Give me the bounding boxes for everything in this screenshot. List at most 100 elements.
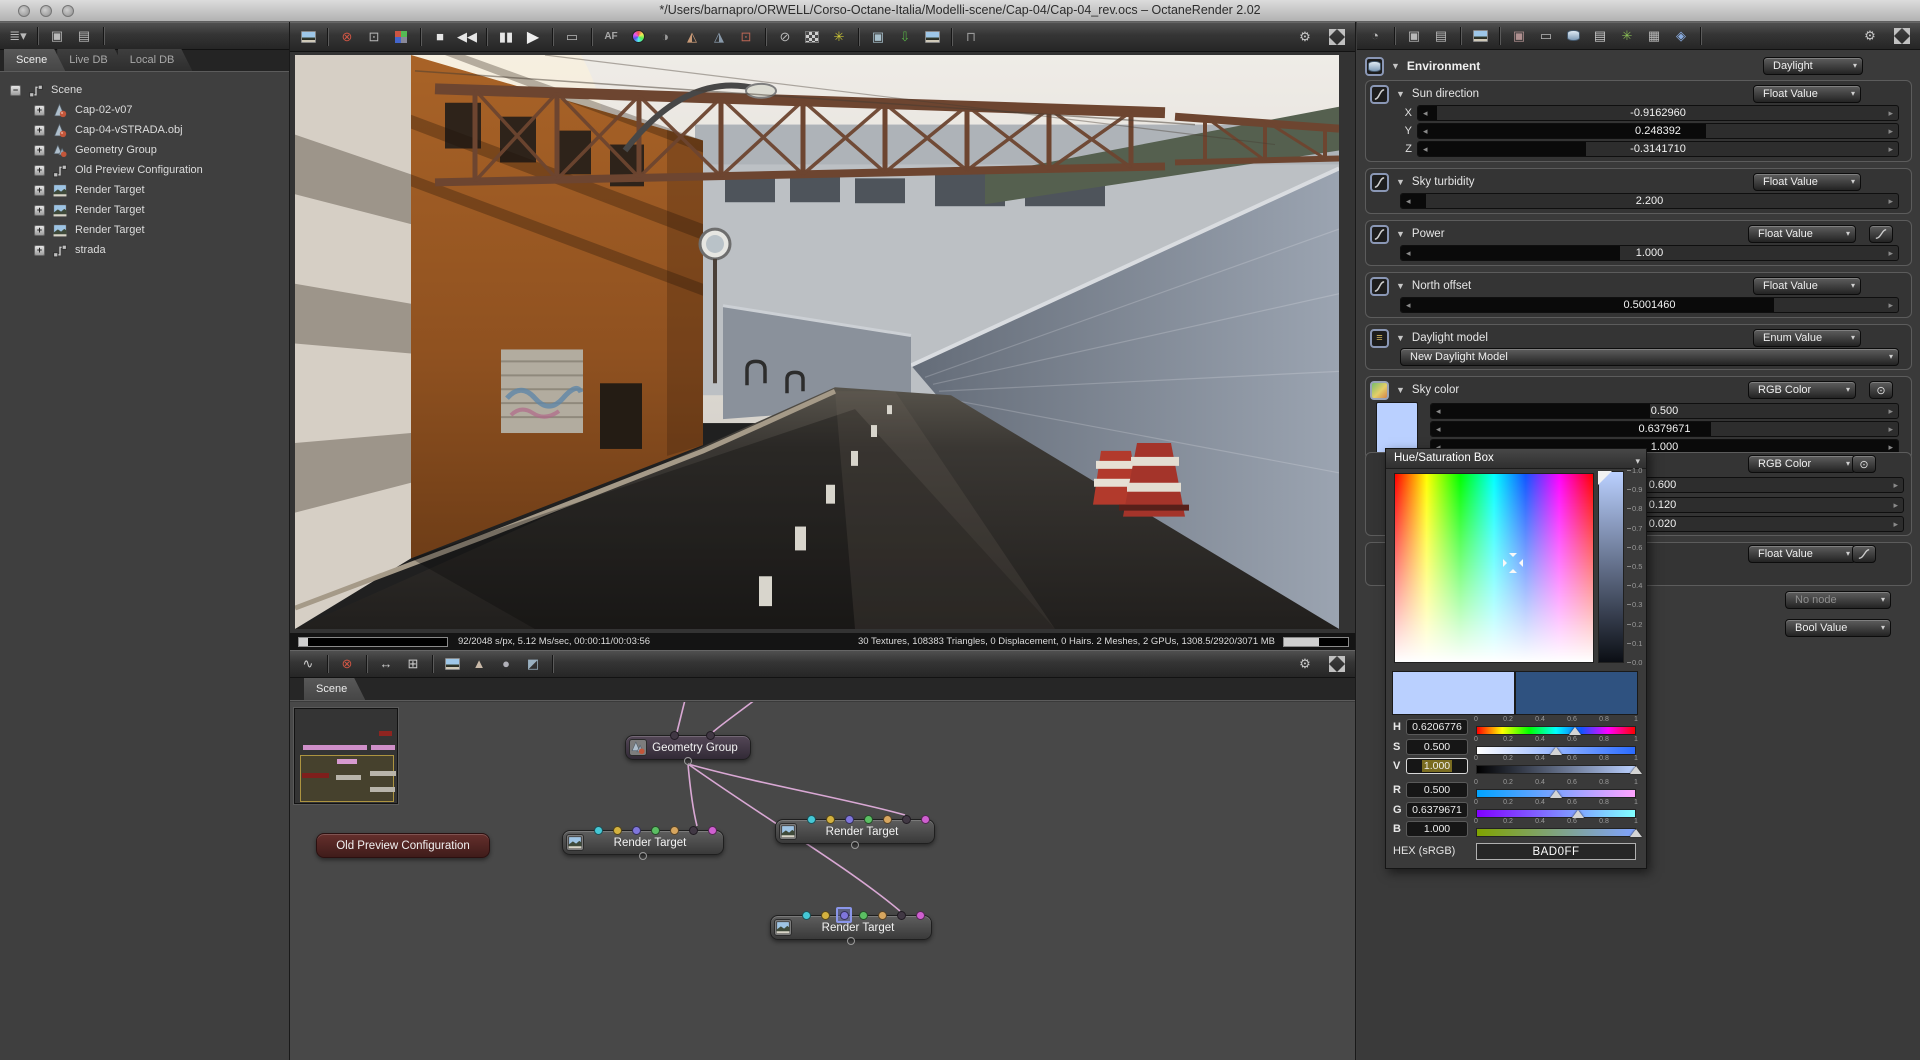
render-viewport[interactable] xyxy=(290,52,1355,633)
channel-value-field[interactable]: 0.6206776 xyxy=(1406,719,1468,735)
node-link-icon[interactable] xyxy=(1370,172,1389,192)
channel-value-field[interactable]: 0.500 xyxy=(1406,782,1468,798)
copy-item-icon[interactable]: ▣ xyxy=(45,25,69,47)
slider-marker-icon[interactable] xyxy=(1630,829,1642,837)
tree-item-old-preview-configuration[interactable]: + Old Preview Configuration xyxy=(0,160,289,180)
input-pin[interactable] xyxy=(612,826,622,835)
environment-type-dropdown[interactable]: Daylight ▾ xyxy=(1763,57,1863,75)
curve-button[interactable] xyxy=(1852,545,1876,563)
input-pin[interactable] xyxy=(707,826,717,835)
focus-picker-icon[interactable]: ⊡ xyxy=(734,26,758,48)
slider-marker-icon[interactable] xyxy=(1550,747,1562,755)
channel-value-field[interactable]: 0.6379671 xyxy=(1406,802,1468,818)
float-value-type-dropdown[interactable]: Float Value ▾ xyxy=(1748,545,1856,563)
save-render-icon[interactable] xyxy=(296,26,320,48)
white-balance-icon[interactable] xyxy=(626,26,650,48)
slider-increment-icon[interactable]: ▸ xyxy=(1888,404,1893,418)
imager-icon[interactable]: ▤ xyxy=(1588,25,1612,47)
tree-item-scene[interactable]: − Scene xyxy=(0,80,289,100)
eye-toggle-button[interactable]: ⊙ xyxy=(1869,381,1893,399)
input-pin[interactable] xyxy=(825,815,835,824)
input-pin[interactable] xyxy=(877,911,887,920)
bool-value-type-dropdown[interactable]: Bool Value ▾ xyxy=(1785,619,1891,637)
rgb-color-type-dropdown[interactable]: RGB Color ▾ xyxy=(1748,455,1856,473)
camera-icon[interactable]: ▣ xyxy=(1507,25,1531,47)
input-pin[interactable] xyxy=(631,826,641,835)
zoom-window-icon[interactable] xyxy=(62,5,74,17)
tree-item-cap-02-v07[interactable]: + Cap-02-v07 xyxy=(0,100,289,120)
channel-value-field[interactable]: 1.000 xyxy=(1406,758,1468,774)
node-graph-minimap[interactable] xyxy=(294,708,398,804)
expander-icon[interactable]: + xyxy=(34,204,45,216)
slider-decrement-icon[interactable]: ◂ xyxy=(1406,194,1411,208)
minimize-window-icon[interactable] xyxy=(40,5,52,17)
tree-item-render-target[interactable]: + Render Target xyxy=(0,200,289,220)
input-pin[interactable] xyxy=(858,911,868,920)
node-link-icon[interactable] xyxy=(1370,276,1389,296)
object-picker-icon[interactable]: ◮ xyxy=(707,26,731,48)
section-type-dropdown[interactable]: Float Value ▾ xyxy=(1753,277,1861,295)
alpha-checker-icon[interactable] xyxy=(800,26,824,48)
daylight-model-dropdown[interactable]: New Daylight Model ▾ xyxy=(1400,348,1899,366)
expander-icon[interactable]: + xyxy=(34,184,45,196)
slider-increment-icon[interactable]: ▸ xyxy=(1888,246,1893,260)
input-pin[interactable] xyxy=(688,826,698,835)
environment-icon[interactable] xyxy=(1561,25,1585,47)
expander-icon[interactable]: + xyxy=(34,244,45,256)
slider-increment-icon[interactable]: ▸ xyxy=(1888,124,1893,138)
output-pin[interactable] xyxy=(684,757,692,765)
tree-item-geometry-group[interactable]: + Geometry Group xyxy=(0,140,289,160)
autofocus-icon[interactable]: AF xyxy=(599,26,623,48)
slider-marker-icon[interactable] xyxy=(1572,810,1585,818)
node-link-icon[interactable]: ≡ xyxy=(1370,328,1389,348)
expander-icon[interactable]: + xyxy=(34,104,45,116)
expand-panel-icon[interactable] xyxy=(1325,653,1349,675)
copy-node-icon[interactable]: ▣ xyxy=(1402,25,1426,47)
section-type-dropdown[interactable]: Float Value ▾ xyxy=(1753,173,1861,191)
slider-decrement-icon[interactable]: ◂ xyxy=(1436,422,1441,436)
outline-view-icon[interactable]: ≣▾ xyxy=(6,25,30,47)
material-picker-icon[interactable]: ◭ xyxy=(680,26,704,48)
hue-saturation-box[interactable] xyxy=(1394,473,1594,663)
expander-icon[interactable]: + xyxy=(34,164,45,176)
show-materials-icon[interactable]: ● xyxy=(494,653,518,675)
slider-increment-icon[interactable]: ▸ xyxy=(1888,298,1893,312)
group-nodes-icon[interactable]: ⊞ xyxy=(401,653,425,675)
pause-icon[interactable]: ▮▮ xyxy=(494,26,518,48)
value-gradient-bar[interactable] xyxy=(1598,471,1624,663)
input-pin[interactable] xyxy=(844,815,854,824)
input-pin[interactable] xyxy=(920,815,930,824)
input-pin[interactable] xyxy=(915,911,925,920)
input-pin[interactable] xyxy=(882,815,892,824)
tree-item-render-target[interactable]: + Render Target xyxy=(0,220,289,240)
input-pin[interactable] xyxy=(806,815,816,824)
slider-marker-icon[interactable] xyxy=(1630,766,1642,774)
slider-decrement-icon[interactable]: ◂ xyxy=(1423,124,1428,138)
node-link-icon[interactable] xyxy=(1370,380,1389,400)
rgb-channels-icon[interactable] xyxy=(389,26,413,48)
slider-increment-icon[interactable]: ▸ xyxy=(1893,478,1898,492)
slider-decrement-icon[interactable]: ◂ xyxy=(1406,298,1411,312)
spread-nodes-icon[interactable]: ↔ xyxy=(374,653,398,675)
slider-increment-icon[interactable]: ▸ xyxy=(1893,498,1898,512)
exposure-icon[interactable]: ◑ xyxy=(653,26,677,48)
output-pin[interactable] xyxy=(847,937,855,945)
input-pin[interactable] xyxy=(801,911,811,920)
section-type-dropdown[interactable]: Float Value ▾ xyxy=(1753,85,1861,103)
node-editor-tab-scene[interactable]: Scene xyxy=(304,678,365,700)
wrench-icon[interactable]: ⚙ xyxy=(1293,653,1317,675)
show-render-targets-icon[interactable] xyxy=(440,653,464,675)
section-type-dropdown[interactable]: Enum Value ▾ xyxy=(1753,329,1861,347)
output-pin[interactable] xyxy=(851,841,859,849)
fit-view-icon[interactable]: ⊡ xyxy=(362,26,386,48)
graph-node-render-target[interactable]: Render Target xyxy=(562,826,724,860)
save-image-icon[interactable]: ⇩ xyxy=(893,26,917,48)
render-target-icon[interactable] xyxy=(1468,25,1492,47)
graph-node-old-preview-configuration[interactable]: Old Preview Configuration xyxy=(316,833,490,858)
sampling-icon[interactable]: ✳ xyxy=(827,26,851,48)
stop-icon[interactable]: ■ xyxy=(428,26,452,48)
channel-gradient-slider[interactable] xyxy=(1476,726,1636,735)
eye-toggle-button[interactable]: ⊙ xyxy=(1852,455,1876,473)
channel-gradient-slider[interactable] xyxy=(1476,828,1636,837)
slider-increment-icon[interactable]: ▸ xyxy=(1888,194,1893,208)
